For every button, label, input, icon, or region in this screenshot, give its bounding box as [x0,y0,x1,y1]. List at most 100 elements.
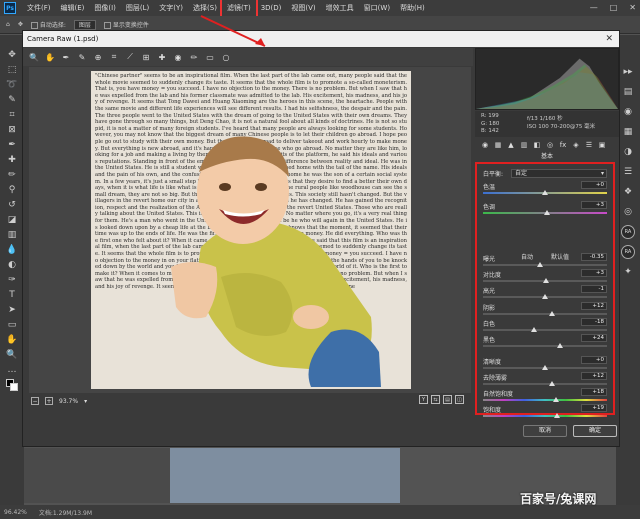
menu-item[interactable]: 图层(L) [121,0,154,16]
spot-removal-tool-icon[interactable]: ✚ [157,52,167,62]
minimize-icon[interactable]: — [590,0,598,16]
menu-item[interactable]: 文字(Y) [154,0,188,16]
slider-thumb[interactable] [542,294,548,300]
eyedropper-tool-icon[interactable]: ✒ [5,139,19,151]
channels-icon[interactable]: ◎ [621,205,635,219]
auto-select-checkbox[interactable]: 自动选择: [30,20,66,29]
eraser-tool-icon[interactable]: ◪ [5,214,19,226]
lens-tab-icon[interactable]: ◎ [546,141,554,149]
zoom-out-button[interactable]: − [31,397,39,405]
slider-thumb[interactable] [556,343,563,348]
slider-value-field[interactable]: +19 [581,404,607,413]
slider-thumb[interactable] [530,326,537,332]
effects-tab-icon[interactable]: fx [559,141,567,149]
action-badge-2-icon[interactable]: RA [621,245,635,259]
slider-track[interactable] [483,399,607,401]
straighten-tool-icon[interactable]: ⟋ [125,52,135,62]
slider-thumb[interactable] [543,278,550,284]
auto-link[interactable]: 自动 [521,252,533,261]
color-icon[interactable]: ◉ [621,105,635,119]
slider-value-field[interactable]: +3 [581,269,607,278]
calibration-tab-icon[interactable]: ◈ [572,141,580,149]
crop-tool-icon[interactable]: ⌗ [109,52,119,62]
slider-thumb[interactable] [537,262,544,267]
slider-value-field[interactable]: -1 [581,285,607,294]
slider-thumb[interactable] [542,364,548,370]
cancel-button[interactable]: 取消 [523,425,567,437]
red-eye-tool-icon[interactable]: ◉ [173,52,183,62]
dialog-close-icon[interactable]: ✕ [605,31,613,47]
split-toning-tab-icon[interactable]: ◧ [533,141,541,149]
hand-tool-icon[interactable]: ✋ [5,334,19,346]
snapshots-tab-icon[interactable]: ▣ [598,141,606,149]
slider-value-field[interactable]: +12 [581,301,607,310]
color-swatches-icon[interactable] [5,379,19,391]
slider-value-field[interactable]: +24 [581,334,607,342]
swatches-icon[interactable]: ▦ [621,125,635,139]
brush-settings-icon[interactable]: ✦ [621,265,635,279]
hand-tool-icon[interactable]: ✋ [45,52,55,62]
menu-item[interactable]: 编辑(E) [56,0,90,16]
maximize-icon[interactable]: □ [610,0,618,16]
menu-item[interactable]: 窗口(W) [359,0,395,16]
pen-tool-icon[interactable]: ✑ [5,274,19,286]
slider-thumb[interactable] [549,310,556,316]
menu-item[interactable]: 文件(F) [22,0,56,16]
history-icon[interactable]: ▤ [621,85,635,99]
menu-item[interactable]: 增效工具 [321,0,359,16]
slider-track[interactable] [483,382,607,385]
slider-thumb[interactable] [554,413,561,419]
zoom-tool-icon[interactable]: 🔍 [29,52,39,62]
detail-tab-icon[interactable]: ▲ [507,141,515,149]
adjustment-brush-tool-icon[interactable]: ✏ [189,52,199,62]
basic-panel-tab-icon[interactable]: ◉ [481,141,489,149]
zoom-tool-icon[interactable]: 🔍 [5,349,19,361]
layer-select[interactable]: 图层 [73,19,96,30]
slider-value-field[interactable]: +0 [581,181,607,189]
gradient-tool-icon[interactable]: ▥ [5,229,19,241]
slider-value-field[interactable]: +0 [581,355,607,364]
before-after-toggle-icon[interactable]: Y [419,395,428,404]
hsl-tab-icon[interactable]: ▥ [520,141,528,149]
tone-curve-tab-icon[interactable]: ▦ [494,141,502,149]
slider-thumb[interactable] [553,397,560,402]
preview-toggle-icon[interactable]: ◫ [455,395,464,404]
marquee-tool-icon[interactable]: ⬚ [5,64,19,76]
slider-track[interactable] [483,312,607,315]
move-tool-icon[interactable]: ✥ [18,21,23,28]
zoom-in-button[interactable]: + [45,397,53,405]
move-tool-icon[interactable]: ✥ [5,49,19,61]
slider-track[interactable] [483,328,607,331]
more-tools-icon[interactable]: … [5,364,19,376]
frame-tool-icon[interactable]: ⊠ [5,124,19,136]
layers-icon[interactable]: ❖ [621,185,635,199]
graduated-filter-tool-icon[interactable]: ▭ [205,52,215,62]
slider-value-field[interactable]: -18 [581,317,607,326]
panel-collapse-icon[interactable]: ▸▸ [621,65,635,79]
slider-value-field[interactable]: +12 [581,371,607,380]
default-link[interactable]: 默认值 [551,252,569,261]
slider-thumb[interactable] [544,209,551,215]
home-icon[interactable]: ⌂ [6,21,10,28]
blur-tool-icon[interactable]: 💧 [5,244,19,256]
brush-tool-icon[interactable]: ✏ [5,169,19,181]
image-preview-area[interactable]: "Chinese partner" seems to be an inspira… [29,67,471,393]
radial-filter-tool-icon[interactable]: ○ [221,52,231,62]
slider-thumb[interactable] [542,190,548,195]
quick-select-tool-icon[interactable]: ✎ [5,94,19,106]
healing-brush-tool-icon[interactable]: ✚ [5,154,19,166]
zoom-dropdown-icon[interactable]: ▾ [84,398,87,405]
copy-settings-icon[interactable]: ▤ [443,395,452,404]
slider-thumb[interactable] [549,380,556,386]
adjustments-icon[interactable]: ◑ [621,145,635,159]
swap-before-after-icon[interactable]: ⇆ [431,395,440,404]
slider-track[interactable] [483,415,607,418]
target-adjust-tool-icon[interactable]: ⊕ [93,52,103,62]
menu-item[interactable]: 图像(I) [89,0,121,16]
ok-button[interactable]: 确定 [573,425,617,437]
zoom-level[interactable]: 93.7% [59,398,78,405]
slider-track[interactable] [483,345,607,347]
shape-tool-icon[interactable]: ▭ [5,319,19,331]
presets-tab-icon[interactable]: ☰ [585,141,593,149]
slider-value-field[interactable]: +18 [581,388,607,396]
